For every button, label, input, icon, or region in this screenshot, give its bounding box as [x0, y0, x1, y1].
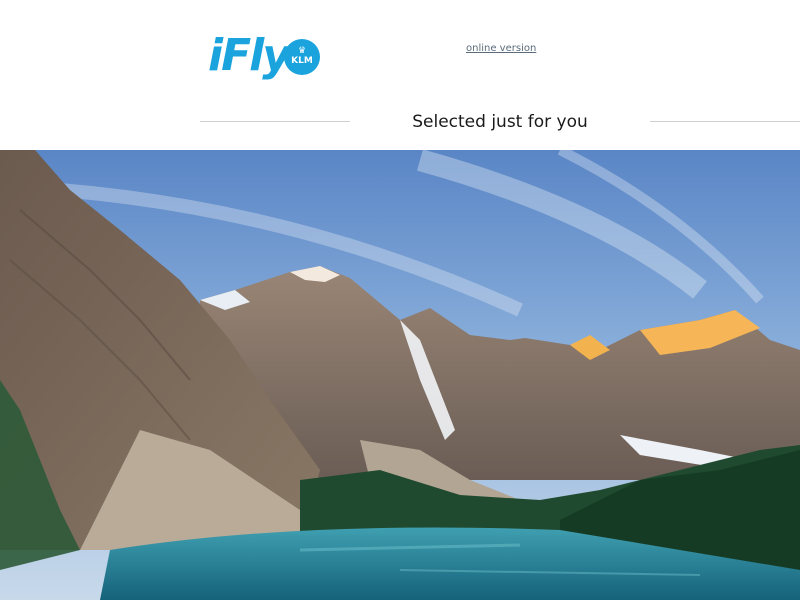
online-version-link[interactable]: online version	[466, 43, 536, 54]
klm-badge-text: KLM	[291, 56, 313, 66]
divider-right	[650, 121, 800, 122]
ifly-klm-logo[interactable]: iFly ♛ KLM	[208, 30, 320, 82]
section-tagline: Selected just for you	[412, 112, 588, 132]
mountain-lake-illustration	[0, 150, 800, 600]
email-header: iFly ♛ KLM online version Selected just …	[0, 0, 800, 150]
hero-image[interactable]	[0, 150, 800, 600]
klm-badge-icon: ♛ KLM	[284, 39, 320, 75]
crown-icon: ♛	[297, 46, 307, 56]
logo-wordmark: iFly	[208, 30, 291, 81]
divider-left	[200, 121, 350, 122]
